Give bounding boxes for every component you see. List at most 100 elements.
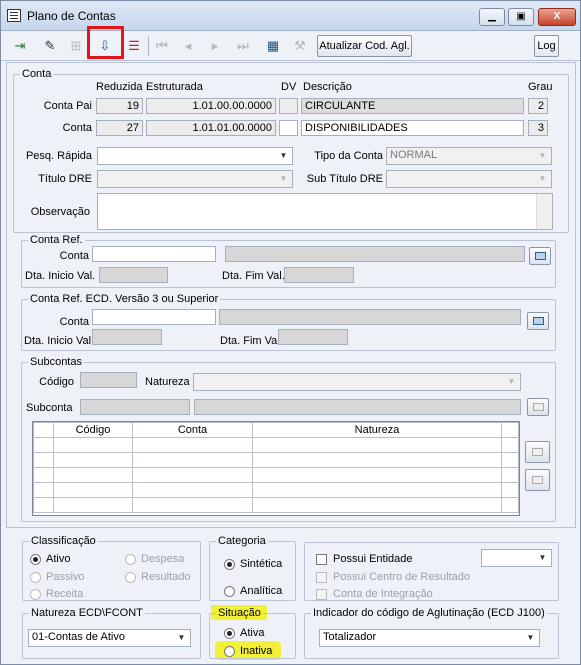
- app-icon: [7, 9, 21, 22]
- observacao-scrollbar[interactable]: [536, 194, 552, 229]
- tipo-conta-value: NORMAL: [390, 149, 438, 161]
- chevron-down-icon[interactable]: ▼: [535, 172, 550, 186]
- column-header-conta[interactable]: Conta: [132, 422, 253, 438]
- tool-icon[interactable]: ⚒: [289, 35, 311, 57]
- conta-ref-ecd-dta-inicio-label: Dta. Inicio Val: [24, 335, 92, 347]
- list-icon: [533, 317, 544, 325]
- table-row[interactable]: [33, 467, 519, 483]
- conta-ref-ecd-lookup-button[interactable]: [527, 312, 549, 330]
- chevron-down-icon[interactable]: ▼: [523, 631, 538, 645]
- tree-icon[interactable]: ⊞: [65, 35, 87, 57]
- add-subconta-button[interactable]: [525, 441, 550, 463]
- chevron-down-icon[interactable]: ▼: [276, 149, 291, 163]
- subconta-lookup-button[interactable]: [527, 398, 549, 416]
- radio-dot: [30, 571, 41, 583]
- observacao-textarea[interactable]: [97, 193, 553, 230]
- radio-resultado[interactable]: Resultado: [125, 571, 191, 583]
- column-header-natureza[interactable]: Natureza: [252, 422, 502, 438]
- radio-receita[interactable]: Receita: [30, 588, 83, 600]
- cell-conta[interactable]: [132, 437, 253, 453]
- tipo-conta-select[interactable]: NORMAL ▼: [386, 147, 552, 165]
- titulo-dre-select[interactable]: ▼: [97, 170, 293, 188]
- radio-inativa[interactable]: Inativa: [224, 645, 272, 657]
- reduzida-header: Reduzida: [96, 81, 143, 93]
- column-header-codigo[interactable]: Código: [53, 422, 133, 438]
- minimize-button[interactable]: ▁: [479, 8, 505, 26]
- conta-ref-conta-input[interactable]: [92, 246, 216, 262]
- descricao-header: Descrição: [303, 81, 352, 93]
- next-icon[interactable]: ▸: [204, 35, 226, 57]
- conta-descricao-input[interactable]: DISPONIBILIDADES: [301, 120, 524, 136]
- radio-ativo[interactable]: Ativo: [30, 553, 70, 565]
- cell-codigo[interactable]: [53, 482, 133, 498]
- grid-icon[interactable]: ▦: [262, 35, 284, 57]
- first-icon[interactable]: ⏮: [151, 35, 173, 57]
- exit-icon[interactable]: ⇥: [9, 35, 31, 57]
- remove-subconta-button[interactable]: [525, 469, 550, 491]
- table-header-filler: [501, 422, 519, 438]
- chevron-down-icon[interactable]: ▼: [174, 631, 189, 645]
- conta-integracao-checkbox[interactable]: Conta de Integração: [316, 588, 433, 600]
- entidade-select[interactable]: ▼: [481, 549, 552, 567]
- radio-despesa-label: Despesa: [141, 553, 185, 565]
- maximize-button[interactable]: ▣: [508, 8, 534, 26]
- chevron-down-icon[interactable]: ▼: [276, 172, 291, 186]
- subcontas-grid[interactable]: Código Conta Natureza: [32, 421, 520, 516]
- cell-conta[interactable]: [132, 467, 253, 483]
- conta-pai-reduzida: 19: [96, 98, 143, 114]
- table-row[interactable]: [33, 452, 519, 468]
- possui-entidade-checkbox[interactable]: Possui Entidade: [316, 553, 413, 565]
- log-button[interactable]: Log: [534, 35, 559, 57]
- conta-ref-ecd-conta-input[interactable]: [92, 309, 216, 325]
- sub-titulo-dre-select[interactable]: ▼: [386, 170, 552, 188]
- close-button[interactable]: X: [538, 8, 576, 26]
- cell-natureza[interactable]: [252, 482, 502, 498]
- last-icon[interactable]: ⏭: [232, 35, 254, 57]
- table-row[interactable]: [33, 482, 519, 498]
- radio-ativa[interactable]: Ativa: [224, 627, 264, 639]
- cell-natureza[interactable]: [252, 467, 502, 483]
- radio-dot: [30, 588, 41, 600]
- subconta-input: [80, 399, 190, 415]
- conta-pai-descricao: CIRCULANTE: [301, 98, 524, 114]
- subcontas-codigo-input: [80, 372, 137, 388]
- pesq-rapida-select[interactable]: ▼: [97, 147, 293, 165]
- chevron-down-icon[interactable]: ▼: [504, 375, 519, 389]
- conta-reduzida: 27: [96, 120, 143, 136]
- toolbar-stack-icon[interactable]: ☰: [123, 35, 145, 57]
- cell-codigo[interactable]: [53, 452, 133, 468]
- prev-icon[interactable]: ◂: [177, 35, 199, 57]
- table-row[interactable]: [33, 497, 519, 513]
- natureza-ecd-select[interactable]: 01-Contas de Ativo ▼: [28, 629, 191, 647]
- radio-sintetica-label: Sintética: [240, 558, 283, 570]
- possui-centro-checkbox[interactable]: Possui Centro de Resultado: [316, 571, 470, 583]
- highlight-box: [87, 26, 124, 59]
- conta-ref-lookup-button[interactable]: [529, 247, 551, 265]
- cell-natureza[interactable]: [252, 452, 502, 468]
- radio-despesa[interactable]: Despesa: [125, 553, 184, 565]
- cell-filler: [501, 467, 519, 483]
- indicador-select[interactable]: Totalizador ▼: [319, 629, 540, 647]
- chevron-down-icon[interactable]: ▼: [535, 551, 550, 565]
- table-row[interactable]: [33, 437, 519, 453]
- cell-conta[interactable]: [132, 452, 253, 468]
- cell-codigo[interactable]: [53, 437, 133, 453]
- radio-sintetica[interactable]: Sintética: [224, 558, 282, 570]
- subcontas-natureza-select[interactable]: ▼: [193, 373, 521, 391]
- atualizar-cod-agl-button[interactable]: Atualizar Cod. Agl.: [317, 35, 412, 57]
- radio-inativa-label: Inativa: [240, 645, 273, 657]
- cell-codigo[interactable]: [53, 467, 133, 483]
- cell-conta[interactable]: [132, 497, 253, 513]
- cell-natureza[interactable]: [252, 437, 502, 453]
- radio-analitica[interactable]: Analítica: [224, 585, 282, 597]
- radio-passivo[interactable]: Passivo: [30, 571, 85, 583]
- cell-conta[interactable]: [132, 482, 253, 498]
- grau-header: Grau: [528, 81, 553, 93]
- cell-codigo[interactable]: [53, 497, 133, 513]
- eraser-icon[interactable]: ✎: [39, 35, 61, 57]
- chevron-down-icon[interactable]: ▼: [535, 149, 550, 163]
- subcontas-legend: Subcontas: [30, 356, 82, 368]
- conta-dv-input[interactable]: [279, 120, 298, 136]
- conta-ref-dta-fim-label: Dta. Fim Val.: [222, 270, 285, 282]
- cell-natureza[interactable]: [252, 497, 502, 513]
